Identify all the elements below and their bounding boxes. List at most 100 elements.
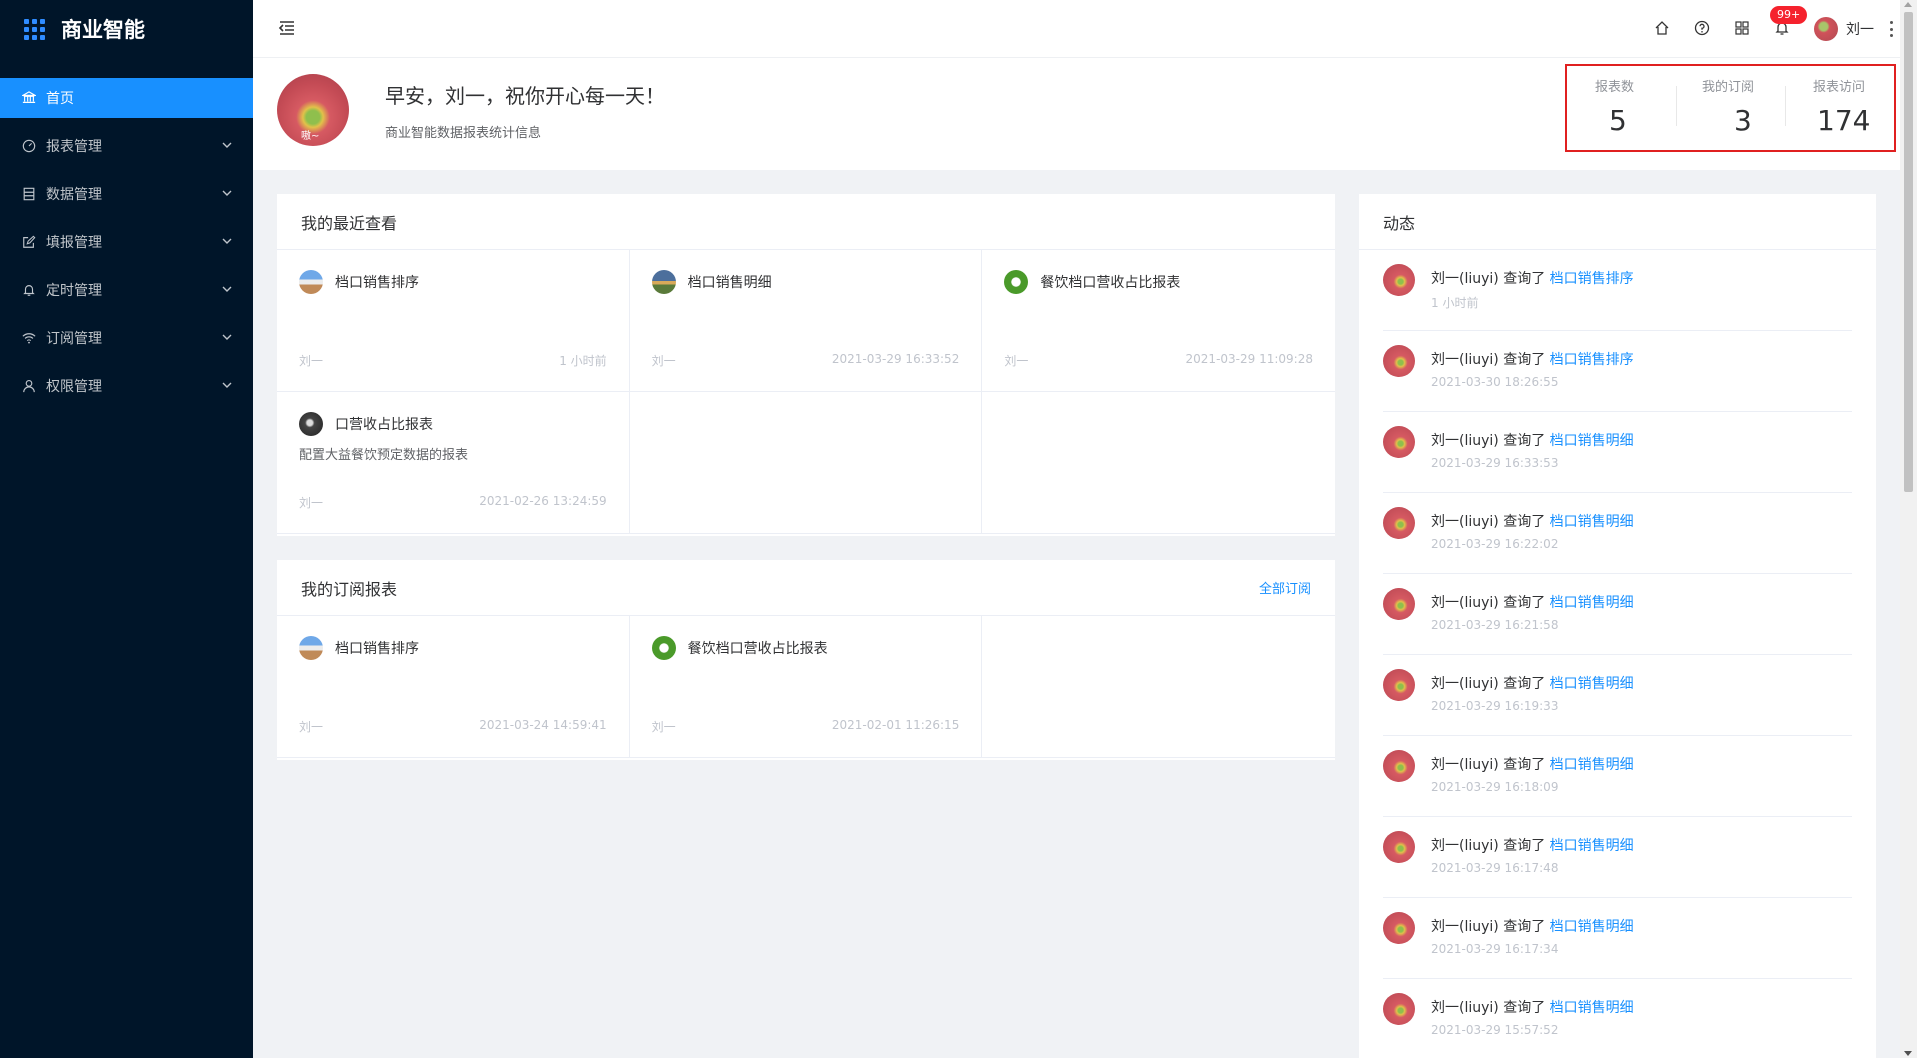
help-icon[interactable] (1694, 20, 1712, 38)
road-icon (299, 270, 323, 294)
grid-logo-icon (24, 18, 45, 40)
activity-report-link[interactable]: 档口销售明细 (1550, 433, 1634, 449)
list-item: 刘一(liuyi) 查询了 档口销售明细 2021-03-29 16:22:02 (1383, 493, 1852, 574)
stats-summary: 报表数 5 我的订阅 3 报表访问 174 (1565, 64, 1896, 152)
sidebar: 商业智能 首页 报表管理 数据管理 填报管理 定时管理 订阅管理 权限管理 (0, 0, 253, 1058)
report-card[interactable]: 档口销售排序 刘一 2021-03-24 14:59:41 (277, 616, 630, 758)
activity-report-link[interactable]: 档口销售明细 (1550, 1000, 1634, 1016)
activity-verb: 查询了 (1503, 757, 1546, 773)
avatar (1383, 426, 1415, 458)
chevron-down-icon (222, 382, 232, 388)
list-item: 刘一(liuyi) 查询了 档口销售排序 1 小时前 (1383, 250, 1852, 331)
report-title: 档口销售明细 (687, 275, 772, 291)
sidebar-item-home[interactable]: 首页 (0, 78, 253, 118)
page-scrollbar[interactable] (1900, 0, 1917, 1058)
chevron-down-icon (222, 238, 232, 244)
stat-label: 我的订阅 (1702, 80, 1755, 95)
stat-value: 3 (1734, 104, 1752, 137)
report-time: 2021-02-26 13:24:59 (479, 494, 607, 508)
report-card[interactable]: 口营收占比报表 配置大益餐饮预定数据的报表 刘一 2021-02-26 13:2… (277, 392, 630, 534)
empty-cell (629, 392, 983, 534)
activity-user: 刘一(liuyi) (1431, 514, 1499, 530)
avatar (1383, 507, 1415, 539)
chevron-down-icon (222, 334, 232, 340)
bank-icon (20, 89, 38, 107)
report-title: 档口销售排序 (335, 641, 419, 657)
list-item: 刘一(liuyi) 查询了 档口销售明细 2021-03-29 16:33:53 (1383, 412, 1852, 493)
sidebar-item-permission[interactable]: 权限管理 (0, 366, 253, 406)
card-header: 我的订阅报表 全部订阅 (277, 560, 1335, 616)
scroll-down-arrow[interactable] (1904, 1051, 1912, 1056)
sidebar-item-fill[interactable]: 填报管理 (0, 222, 253, 262)
avatar (1383, 588, 1415, 620)
report-title: 档口销售排序 (335, 275, 419, 291)
chevron-down-icon (222, 142, 232, 148)
app-logo[interactable]: 商业智能 (0, 0, 253, 58)
report-time: 2021-02-01 11:26:15 (831, 718, 960, 732)
activity-verb: 查询了 (1503, 595, 1546, 611)
username[interactable]: 刘一 (1846, 19, 1874, 39)
apps-grid-icon[interactable] (1734, 20, 1752, 38)
scroll-up-arrow[interactable] (1904, 2, 1912, 7)
card-title: 我的订阅报表 (301, 579, 398, 599)
report-card[interactable]: 餐饮档口营收占比报表 刘一 2021-02-01 11:26:15 (629, 616, 983, 758)
database-icon (20, 185, 38, 203)
activity-verb: 查询了 (1503, 919, 1546, 935)
scrollbar-thumb[interactable] (1904, 12, 1913, 492)
activity-user: 刘一(liuyi) (1431, 352, 1499, 368)
activity-report-link[interactable]: 档口销售排序 (1550, 271, 1634, 287)
avatar[interactable] (1814, 17, 1838, 41)
greeting-subtitle: 商业智能数据报表统计信息 (385, 126, 542, 141)
activity-verb: 查询了 (1503, 1000, 1546, 1016)
report-author: 刘一 (651, 720, 676, 734)
avatar-caption: 嗷~ (301, 131, 320, 142)
activity-report-link[interactable]: 档口销售明细 (1550, 757, 1634, 773)
activity-time: 2021-03-29 16:17:48 (1431, 861, 1559, 875)
sidebar-item-reports[interactable]: 报表管理 (0, 126, 253, 166)
activity-time: 2021-03-29 16:21:58 (1431, 618, 1559, 632)
avatar (1383, 264, 1415, 296)
activity-time: 2021-03-29 15:57:52 (1431, 1023, 1559, 1037)
card-title: 我的最近查看 (301, 213, 398, 233)
list-item: 刘一(liuyi) 查询了 档口销售明细 2021-03-29 16:19:33 (1383, 655, 1852, 736)
stat-report-count: 报表数 5 (1567, 66, 1676, 150)
avatar (1383, 669, 1415, 701)
list-item: 刘一(liuyi) 查询了 档口销售明细 2021-03-29 16:17:48 (1383, 817, 1852, 898)
sidebar-item-label: 报表管理 (46, 139, 102, 155)
notification-bell[interactable]: 99+ (1770, 6, 1808, 38)
activity-user: 刘一(liuyi) (1431, 1000, 1499, 1016)
sidebar-item-label: 首页 (46, 91, 74, 107)
activity-report-link[interactable]: 档口销售明细 (1550, 838, 1634, 854)
list-item: 刘一(liuyi) 查询了 档口销售明细 2021-03-29 16:18:09 (1383, 736, 1852, 817)
home-icon[interactable] (1654, 20, 1672, 38)
report-author: 刘一 (299, 720, 324, 734)
report-card[interactable]: 档口销售排序 刘一 1 小时前 (277, 250, 630, 392)
list-item: 刘一(liuyi) 查询了 档口销售排序 2021-03-30 18:26:55 (1383, 331, 1852, 412)
dashboard-icon (20, 137, 38, 155)
activity-user: 刘一(liuyi) (1431, 271, 1499, 287)
edit-icon (20, 233, 38, 251)
sidebar-item-data[interactable]: 数据管理 (0, 174, 253, 214)
activity-verb: 查询了 (1503, 514, 1546, 530)
report-time: 2021-03-24 14:59:41 (479, 718, 607, 732)
list-item: 刘一(liuyi) 查询了 档口销售明细 2021-03-29 15:57:52 (1383, 979, 1852, 1058)
greeting-title: 早安，刘一，祝你开心每一天！ (385, 84, 665, 108)
activity-report-link[interactable]: 档口销售明细 (1550, 676, 1634, 692)
chevron-down-icon (222, 190, 232, 196)
sidebar-item-schedule[interactable]: 定时管理 (0, 270, 253, 310)
sidebar-item-subscription[interactable]: 订阅管理 (0, 318, 253, 358)
activity-report-link[interactable]: 档口销售排序 (1550, 352, 1634, 368)
menu-fold-icon[interactable] (277, 18, 297, 38)
activity-time: 2021-03-29 16:19:33 (1431, 699, 1559, 713)
activity-report-link[interactable]: 档口销售明细 (1550, 514, 1634, 530)
activity-report-link[interactable]: 档口销售明细 (1550, 595, 1634, 611)
more-vertical-icon[interactable] (1890, 21, 1894, 37)
activity-report-link[interactable]: 档口销售明细 (1550, 919, 1634, 935)
report-author: 刘一 (1004, 354, 1029, 368)
report-card[interactable]: 档口销售明细 刘一 2021-03-29 16:33:52 (629, 250, 983, 392)
report-card[interactable]: 餐饮档口营收占比报表 刘一 2021-03-29 11:09:28 (982, 250, 1335, 392)
avatar (1383, 831, 1415, 863)
stat-value: 174 (1817, 104, 1871, 137)
all-subscriptions-link[interactable]: 全部订阅 (1259, 578, 1311, 597)
activity-user: 刘一(liuyi) (1431, 838, 1499, 854)
